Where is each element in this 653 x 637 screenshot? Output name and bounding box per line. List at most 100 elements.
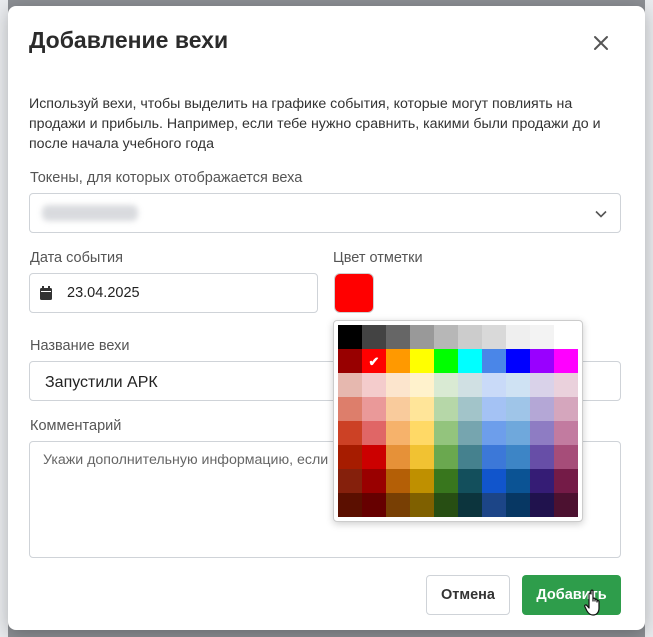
palette-color-swatch[interactable] [530, 373, 554, 397]
cancel-button[interactable]: Отмена [426, 575, 510, 615]
palette-color-swatch[interactable] [434, 421, 458, 445]
dialog-title: Добавление вехи [29, 27, 229, 53]
chevron-down-icon [595, 210, 607, 218]
palette-color-swatch[interactable] [434, 397, 458, 421]
palette-color-swatch[interactable] [338, 349, 362, 373]
palette-color-swatch[interactable] [362, 325, 386, 349]
palette-color-swatch[interactable] [386, 373, 410, 397]
tokens-selected-value [42, 205, 138, 221]
palette-color-swatch[interactable] [506, 373, 530, 397]
palette-color-swatch[interactable] [410, 349, 434, 373]
tokens-select[interactable] [29, 193, 621, 233]
palette-color-swatch[interactable] [458, 397, 482, 421]
palette-color-swatch[interactable] [506, 493, 530, 517]
palette-color-swatch[interactable] [458, 373, 482, 397]
palette-color-swatch[interactable] [458, 469, 482, 493]
event-date-field[interactable]: 23.04.2025 [29, 273, 318, 313]
comment-placeholder: Укажи дополнительную информацию, если [43, 452, 329, 468]
add-milestone-dialog: Добавление вехи Используй вехи, чтобы вы… [8, 6, 645, 630]
tokens-label: Токены, для которых отображается веха [30, 170, 303, 186]
palette-color-swatch[interactable] [338, 445, 362, 469]
palette-color-swatch[interactable] [386, 349, 410, 373]
event-date-label: Дата события [30, 250, 123, 266]
palette-color-swatch[interactable] [554, 397, 578, 421]
palette-color-swatch[interactable] [530, 469, 554, 493]
palette-color-swatch[interactable] [434, 373, 458, 397]
palette-color-swatch[interactable] [458, 421, 482, 445]
palette-color-swatch[interactable] [482, 373, 506, 397]
palette-color-swatch[interactable] [362, 493, 386, 517]
palette-color-swatch[interactable] [554, 469, 578, 493]
palette-color-swatch[interactable] [458, 325, 482, 349]
palette-color-swatch[interactable] [338, 421, 362, 445]
palette-color-swatch[interactable] [530, 421, 554, 445]
background-page [645, 0, 653, 637]
palette-color-swatch[interactable] [482, 421, 506, 445]
background-page [0, 0, 8, 637]
palette-color-swatch[interactable] [386, 421, 410, 445]
palette-color-swatch[interactable] [482, 493, 506, 517]
palette-color-swatch[interactable] [458, 493, 482, 517]
palette-color-swatch[interactable] [530, 397, 554, 421]
palette-color-swatch[interactable] [506, 397, 530, 421]
palette-color-swatch[interactable] [506, 445, 530, 469]
palette-color-swatch[interactable] [554, 373, 578, 397]
palette-color-swatch[interactable] [554, 445, 578, 469]
hand-pointer-icon [584, 589, 600, 616]
palette-color-swatch[interactable] [338, 469, 362, 493]
palette-color-swatch[interactable] [530, 493, 554, 517]
palette-color-swatch[interactable] [530, 349, 554, 373]
palette-color-swatch[interactable] [410, 469, 434, 493]
palette-color-swatch[interactable] [362, 373, 386, 397]
palette-color-swatch[interactable] [554, 421, 578, 445]
palette-color-swatch[interactable] [410, 397, 434, 421]
palette-color-swatch[interactable] [482, 349, 506, 373]
palette-color-swatch[interactable] [410, 373, 434, 397]
palette-color-swatch[interactable] [554, 493, 578, 517]
palette-color-swatch[interactable] [482, 397, 506, 421]
palette-color-swatch[interactable] [506, 349, 530, 373]
palette-color-swatch[interactable] [338, 373, 362, 397]
color-palette-grid: ✔ [338, 325, 578, 517]
palette-color-swatch[interactable] [338, 493, 362, 517]
palette-color-swatch[interactable] [530, 325, 554, 349]
palette-color-swatch[interactable] [434, 325, 458, 349]
palette-color-swatch[interactable] [434, 445, 458, 469]
palette-color-swatch[interactable] [386, 493, 410, 517]
palette-color-swatch[interactable] [458, 445, 482, 469]
palette-color-swatch[interactable] [506, 421, 530, 445]
palette-color-swatch[interactable] [554, 349, 578, 373]
palette-color-swatch[interactable] [506, 325, 530, 349]
add-button[interactable]: Добавить [522, 575, 621, 615]
palette-color-swatch[interactable] [362, 469, 386, 493]
palette-color-swatch[interactable] [482, 469, 506, 493]
palette-color-swatch[interactable] [434, 469, 458, 493]
palette-color-swatch[interactable] [506, 469, 530, 493]
palette-color-swatch[interactable] [386, 469, 410, 493]
palette-color-swatch[interactable] [362, 421, 386, 445]
marker-color-swatch[interactable] [334, 273, 374, 313]
palette-color-swatch[interactable] [554, 325, 578, 349]
color-palette: ✔ [333, 320, 583, 522]
event-date-value: 23.04.2025 [67, 285, 140, 301]
palette-color-swatch[interactable] [434, 493, 458, 517]
palette-color-swatch[interactable] [410, 325, 434, 349]
palette-color-swatch[interactable] [434, 349, 458, 373]
close-button[interactable] [589, 31, 613, 55]
palette-color-swatch[interactable] [482, 325, 506, 349]
close-icon [594, 36, 608, 50]
palette-color-swatch[interactable] [386, 445, 410, 469]
palette-color-swatch[interactable] [338, 325, 362, 349]
palette-color-swatch[interactable] [410, 421, 434, 445]
palette-color-swatch[interactable] [362, 445, 386, 469]
palette-color-swatch[interactable] [386, 325, 410, 349]
palette-color-swatch[interactable] [362, 397, 386, 421]
palette-color-swatch[interactable]: ✔ [362, 349, 386, 373]
palette-color-swatch[interactable] [338, 397, 362, 421]
palette-color-swatch[interactable] [410, 445, 434, 469]
palette-color-swatch[interactable] [458, 349, 482, 373]
palette-color-swatch[interactable] [386, 397, 410, 421]
palette-color-swatch[interactable] [482, 445, 506, 469]
palette-color-swatch[interactable] [530, 445, 554, 469]
palette-color-swatch[interactable] [410, 493, 434, 517]
